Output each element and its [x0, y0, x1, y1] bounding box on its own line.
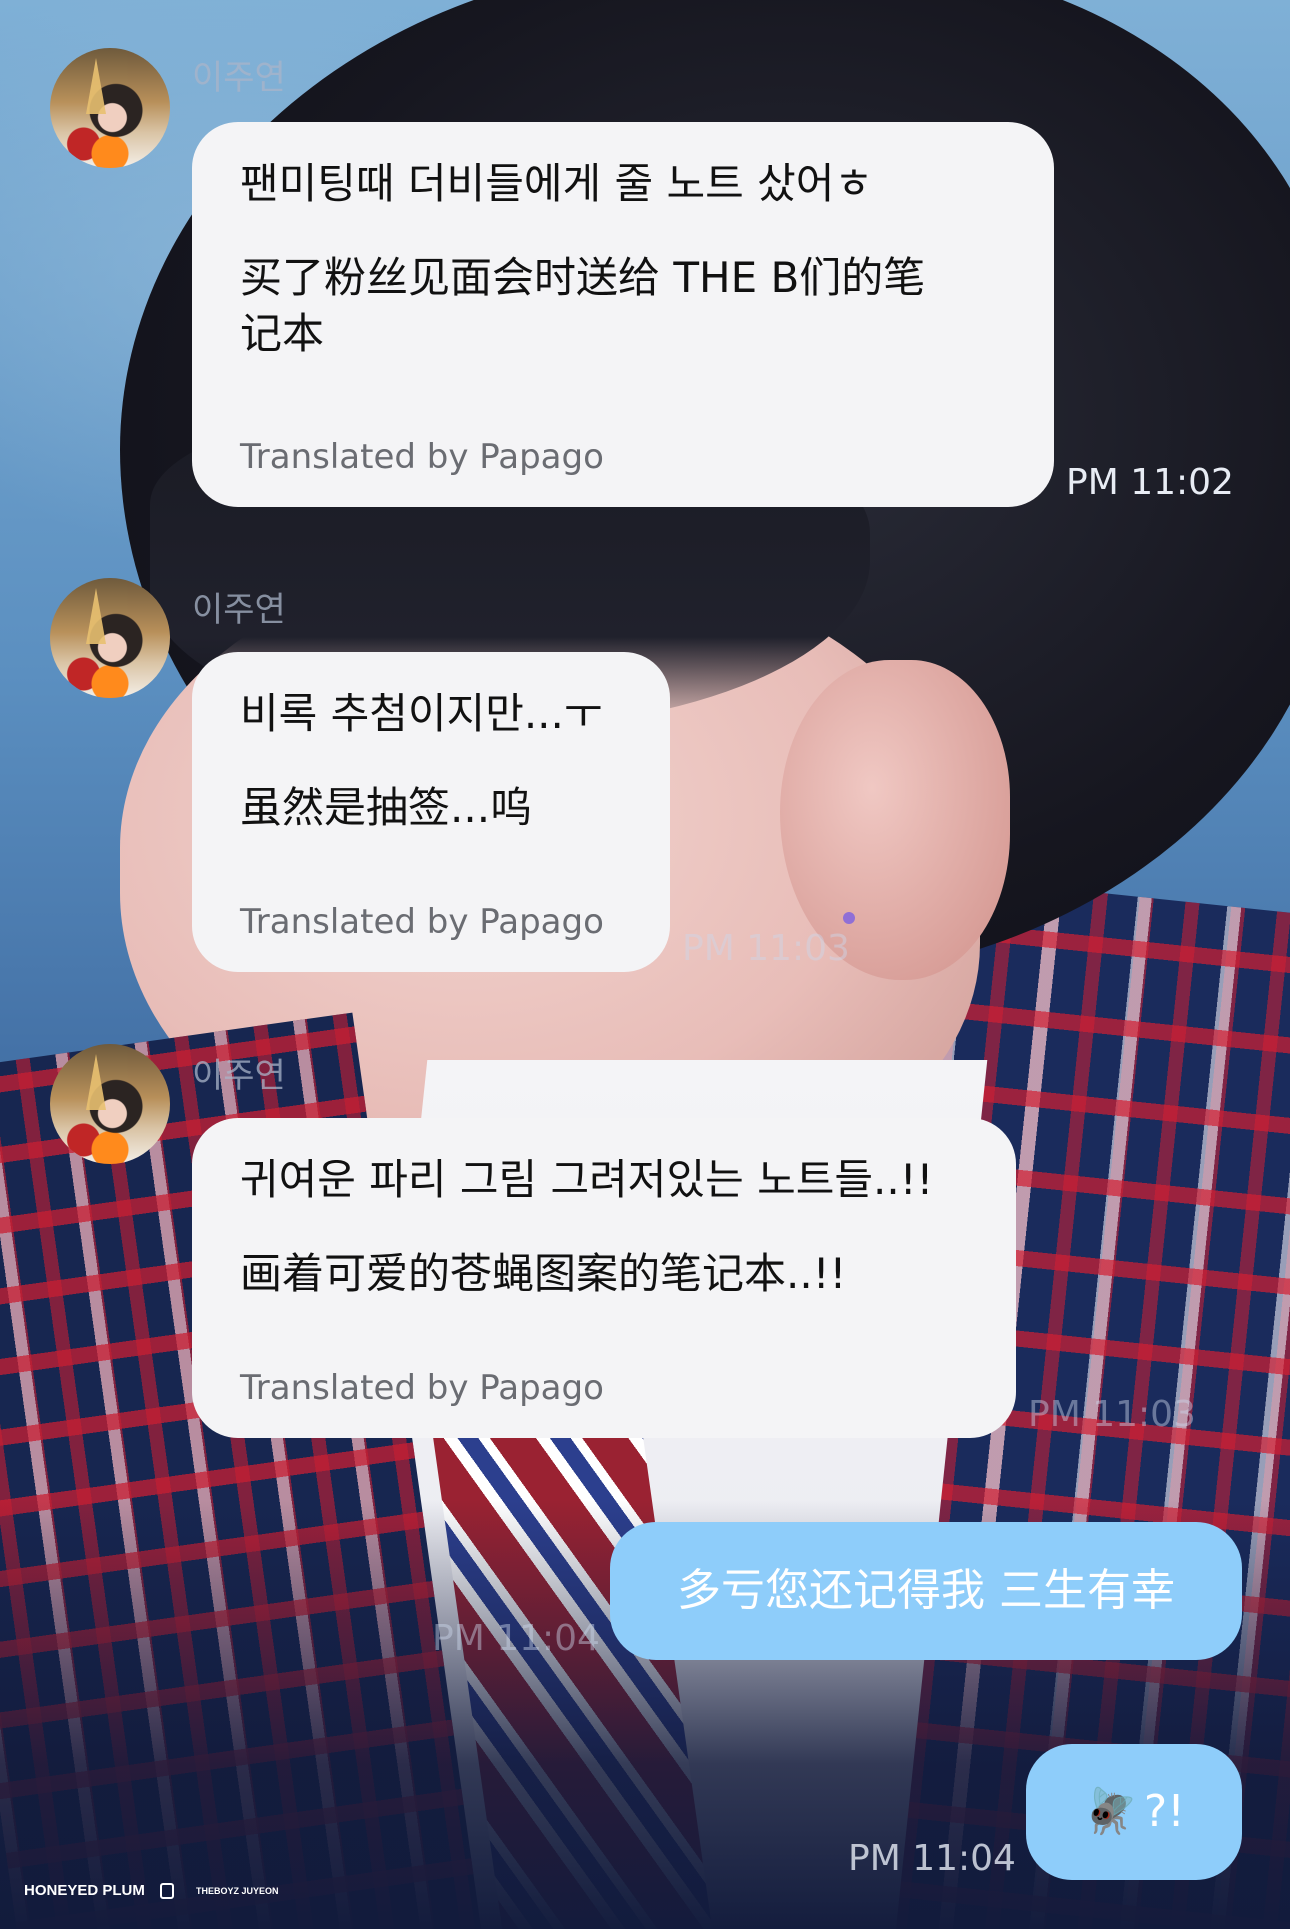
sent-message-bubble[interactable]: 🪰 ?! — [1026, 1744, 1242, 1880]
sender-name: 이주연 — [192, 590, 286, 630]
message-korean: 비록 추첨이지만...ㅜ — [240, 689, 603, 738]
sender-name: 이주연 — [192, 58, 286, 98]
message-translation: 买了粉丝见面会时送给 THE B们的笔 — [240, 253, 926, 302]
translation-credit: Translated by Papago — [240, 1368, 604, 1408]
plum-logo-icon — [160, 1883, 174, 1899]
message-bubble[interactable]: 팬미팅때 더비들에게 줄 노트 샀어ㅎ 买了粉丝见面会时送给 THE B们的笔 … — [192, 122, 1054, 507]
translation-credit: Translated by Papago — [240, 902, 604, 942]
watermark-left: HONEYED PLUM — [24, 1882, 145, 1899]
sent-message-text: 多亏您还记得我 三生有幸 — [677, 1565, 1175, 1616]
sent-message-text: ?! — [1143, 1786, 1185, 1837]
sender-avatar[interactable] — [50, 48, 170, 168]
sent-message-time: PM 11:04 — [432, 1618, 600, 1659]
message-bubble[interactable]: 비록 추첨이지만...ㅜ 虽然是抽签...呜 Translated by Pap… — [192, 652, 670, 972]
message-time: PM 11:03 — [1028, 1394, 1196, 1435]
earring-decor — [843, 912, 855, 924]
eiffel-tower-icon — [86, 1054, 106, 1110]
translation-credit: Translated by Papago — [240, 437, 604, 477]
message-translation: 虽然是抽签...呜 — [240, 783, 533, 832]
message-korean: 귀여운 파리 그림 그려저있는 노트들..!! — [240, 1155, 934, 1204]
sender-name: 이주연 — [192, 1056, 286, 1096]
message-translation-cont: 记本 — [240, 309, 325, 358]
message-translation: 画着可爱的苍蝇图案的笔记本..!! — [240, 1249, 847, 1298]
watermark-right: THEBOYZ JUYEON — [196, 1886, 279, 1896]
message-korean: 팬미팅때 더비들에게 줄 노트 샀어ㅎ — [240, 159, 874, 208]
sent-message-bubble[interactable]: 多亏您还记得我 三生有幸 — [610, 1522, 1242, 1660]
fly-emoji-icon: 🪰 — [1083, 1786, 1138, 1837]
sender-avatar[interactable] — [50, 1044, 170, 1164]
eiffel-tower-icon — [86, 588, 106, 644]
sender-avatar[interactable] — [50, 578, 170, 698]
message-time: PM 11:02 — [1066, 462, 1234, 503]
message-time: PM 11:03 — [682, 928, 850, 969]
message-bubble[interactable]: 귀여운 파리 그림 그려저있는 노트들..!! 画着可爱的苍蝇图案的笔记本..!… — [192, 1118, 1016, 1438]
eiffel-tower-icon — [86, 58, 106, 114]
sent-message-time: PM 11:04 — [848, 1838, 1016, 1879]
